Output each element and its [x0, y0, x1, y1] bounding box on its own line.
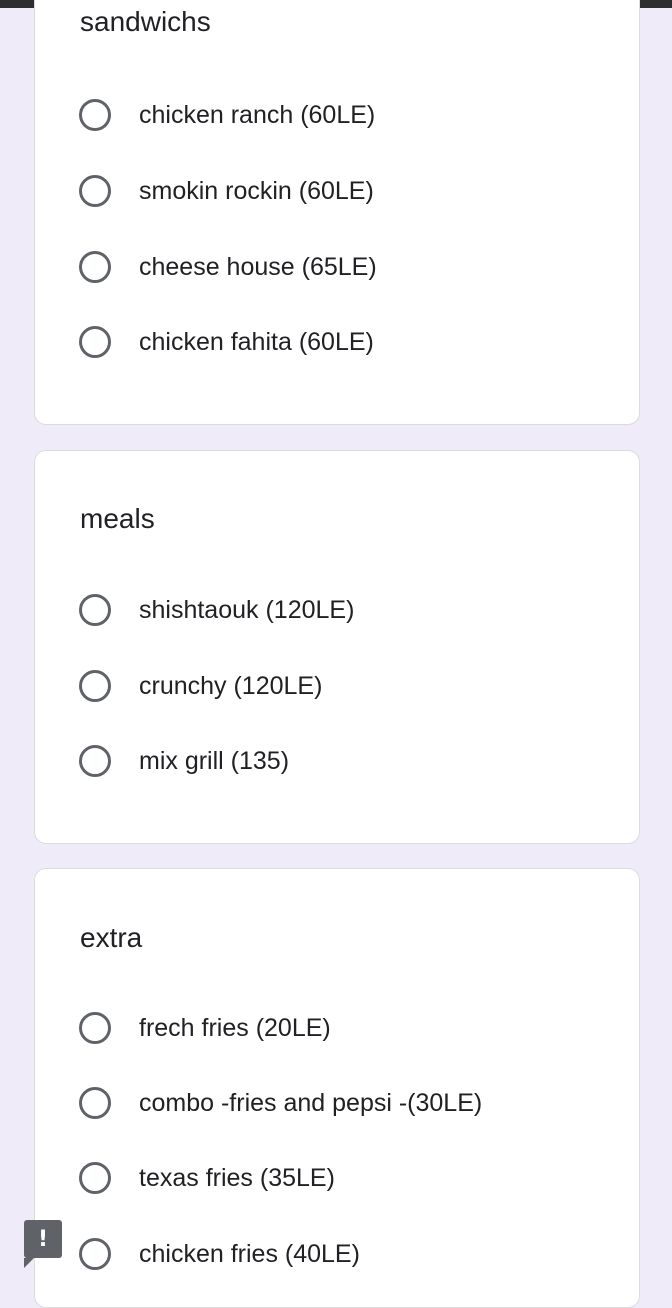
radio-button[interactable]: [79, 326, 111, 358]
option-label: frech fries (20LE): [139, 1014, 331, 1042]
radio-button[interactable]: [79, 1012, 111, 1044]
radio-option-chicken-fahita[interactable]: chicken fahita (60LE): [79, 320, 619, 364]
radio-button[interactable]: [79, 594, 111, 626]
radio-option-frech-fries[interactable]: frech fries (20LE): [79, 1006, 619, 1050]
radio-button[interactable]: [79, 670, 111, 702]
option-label: chicken fahita (60LE): [139, 328, 374, 356]
option-label: shishtaouk (120LE): [139, 596, 355, 624]
radio-button[interactable]: [79, 1162, 111, 1194]
option-label: combo -fries and pepsi -(30LE): [139, 1089, 483, 1117]
option-label: mix grill (135): [139, 747, 290, 775]
radio-option-chicken-fries[interactable]: chicken fries (40LE): [79, 1232, 619, 1276]
radio-button[interactable]: [79, 1087, 111, 1119]
radio-button[interactable]: [79, 1238, 111, 1270]
question-card-extra: extra frech fries (20LE) combo -fries an…: [34, 868, 640, 1308]
radio-option-shishtaouk[interactable]: shishtaouk (120LE): [79, 588, 619, 632]
radio-option-texas-fries[interactable]: texas fries (35LE): [79, 1156, 619, 1200]
radio-option-chicken-ranch[interactable]: chicken ranch (60LE): [79, 93, 619, 137]
option-label: chicken ranch (60LE): [139, 101, 376, 129]
question-card-meals: meals shishtaouk (120LE) crunchy (120LE)…: [34, 450, 640, 844]
radio-button[interactable]: [79, 251, 111, 283]
option-label: texas fries (35LE): [139, 1164, 335, 1192]
radio-option-combo[interactable]: combo -fries and pepsi -(30LE): [79, 1081, 619, 1125]
radio-option-crunchy[interactable]: crunchy (120LE): [79, 664, 619, 708]
question-card-sandwichs: sandwichs chicken ranch (60LE) smokin ro…: [34, 0, 640, 425]
exclamation-glyph: !: [37, 1226, 49, 1252]
radio-option-cheese-house[interactable]: cheese house (65LE): [79, 245, 619, 289]
radio-button[interactable]: [79, 745, 111, 777]
option-label: crunchy (120LE): [139, 672, 323, 700]
radio-option-mix-grill[interactable]: mix grill (135): [79, 739, 619, 783]
option-label: cheese house (65LE): [139, 253, 377, 281]
radio-button[interactable]: [79, 99, 111, 131]
question-title: sandwichs: [80, 6, 211, 37]
option-label: smokin rockin (60LE): [139, 177, 374, 205]
report-icon[interactable]: !: [24, 1220, 62, 1268]
radio-button[interactable]: [79, 175, 111, 207]
question-title: meals: [80, 503, 155, 534]
option-label: chicken fries (40LE): [139, 1240, 360, 1268]
radio-option-smokin-rockin[interactable]: smokin rockin (60LE): [79, 169, 619, 213]
question-title: extra: [80, 922, 143, 953]
